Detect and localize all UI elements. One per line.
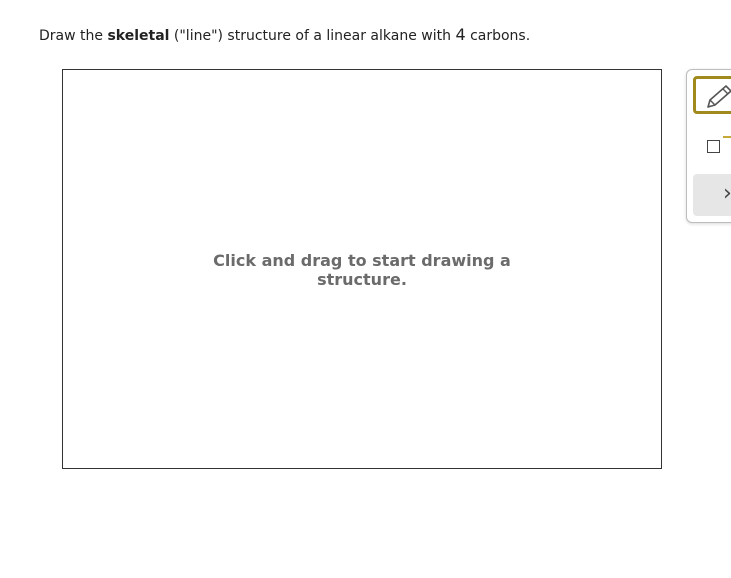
chevron-right-icon: › <box>723 181 731 206</box>
page: Draw the skeletal ("line") structure of … <box>0 0 731 578</box>
drawing-canvas[interactable]: Click and drag to start drawing a struct… <box>62 69 662 469</box>
question-bold-term: skeletal <box>107 28 170 44</box>
question-number: 4 <box>455 25 466 44</box>
canvas-hint: Click and drag to start drawing a struct… <box>63 251 661 289</box>
tool-accent-mark <box>723 136 731 138</box>
canvas-hint-line2: structure. <box>317 270 407 289</box>
drawing-toolbar: › <box>686 69 731 223</box>
question-text-before: Draw the <box>39 28 108 44</box>
pencil-tool-button[interactable] <box>693 76 731 114</box>
question-text-after: carbons. <box>465 28 531 44</box>
question-prompt: Draw the skeletal ("line") structure of … <box>39 25 530 46</box>
question-text-middle: ("line") structure of a linear alkane wi… <box>169 28 456 44</box>
pencil-icon <box>707 85 731 108</box>
square-icon[interactable] <box>707 140 720 153</box>
next-tool-button[interactable]: › <box>693 174 731 216</box>
canvas-hint-line1: Click and drag to start drawing a <box>213 251 511 270</box>
